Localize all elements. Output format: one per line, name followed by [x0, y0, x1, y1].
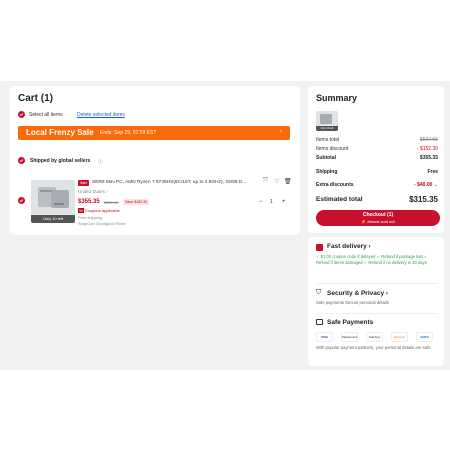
shipped-by-label: Shipped by global sellers [30, 158, 91, 164]
items-discount-row: Items discount - $152.30 [316, 146, 438, 152]
divider [316, 283, 438, 284]
sale-badge: Sale [78, 180, 90, 186]
checkmark-icon [19, 199, 24, 203]
shipping-row: Shipping Free [316, 169, 438, 175]
estimated-total-row: Estimated total $315.35 [316, 195, 438, 204]
cart-card: Cart (1) Select all items Delete selecte… [10, 86, 300, 235]
select-all-checkbox[interactable] [18, 111, 25, 118]
trash-icon[interactable]: 🗑 [284, 178, 292, 185]
fast-delivery-title[interactable]: Fast delivery › [327, 243, 371, 250]
mastercard-logo: Mastercard [341, 332, 358, 342]
stock-label: Only 10 left [31, 215, 75, 223]
save-badge: Save $152.30 [123, 199, 150, 205]
coupons-applicable: % Coupons applicable [78, 208, 120, 213]
local-frenzy-sale-banner[interactable]: Local Frenzy Sale Ends: Sep 29, 02:59 ES… [18, 126, 290, 140]
seller-group-checkbox[interactable] [18, 157, 25, 164]
delete-selected-link[interactable]: Delete selected items [77, 112, 125, 118]
promo-ends: Ends: Sep 29, 02:59 EST [100, 130, 157, 136]
item-price: $355.35 [78, 199, 100, 205]
amex-logo: AMEX [416, 332, 433, 342]
benefits-card: Fast delivery › ✓ $1.00 coupon code if d… [308, 237, 444, 366]
chevron-down-icon: ⌄ [433, 182, 438, 188]
items-total-row: Items total $507.65 [316, 137, 438, 143]
checkmark-icon [19, 113, 24, 117]
item-checkbox[interactable] [18, 197, 25, 204]
truck-icon [316, 244, 323, 251]
checkout-button[interactable]: Checkout (1) ⚡ Almost sold out [316, 210, 440, 226]
extra-discounts-row[interactable]: Extra discounts - $40.00 ⌄ [316, 182, 438, 188]
payments-title: Safe Payments [327, 319, 374, 326]
security-title[interactable]: Security & Privacy › [327, 290, 388, 297]
coupon-icon: % [78, 208, 84, 213]
summary-thumbnail[interactable]: Only 10 left [316, 111, 338, 131]
store-name[interactable]: SnapCart Goodgood Store [78, 221, 125, 226]
checkout-label: Checkout (1) [362, 212, 394, 218]
heart-icon[interactable]: ♡ [274, 178, 279, 185]
payments-text: With popular payment partners, your pers… [316, 345, 432, 350]
fast-delivery-text: ✓ $1.00 coupon code if delayed ✓ Refund … [316, 254, 428, 265]
product-title[interactable]: SER8 Mini PC, AMD Ryzen 7 8745HS(8C/16T,… [92, 180, 268, 185]
info-icon[interactable]: ⓘ [98, 158, 103, 165]
discover-logo: Discover [391, 332, 408, 342]
summary-title: Summary [316, 93, 358, 103]
mini-pc-image [38, 187, 69, 208]
checkmark-icon [19, 159, 24, 163]
checkout-sublabel: ⚡ Almost sold out [361, 219, 395, 224]
product-thumbnail[interactable]: Only 10 left [31, 180, 75, 223]
summary-stock-label: Only 10 left [316, 126, 338, 131]
select-all-label: Select all items [29, 112, 63, 118]
ship-from: United States › [78, 189, 108, 194]
free-shipping: Free shipping [78, 215, 103, 220]
security-text: Safe payments Secure personal details [316, 300, 389, 305]
compare-icon[interactable]: ⤧ [263, 178, 268, 185]
summary-card: Summary Only 10 left Items total $507.65 … [308, 86, 444, 233]
safekey-logo: SafeKey [366, 332, 383, 342]
promo-name: Local Frenzy Sale [26, 128, 94, 137]
chevron-right-icon: › [280, 129, 282, 135]
cart-title: Cart (1) [18, 93, 54, 104]
lock-icon [316, 319, 323, 325]
mini-pc-image [320, 114, 332, 124]
subtotal-row: Subtotal $355.35 [316, 155, 438, 161]
quantity-increase[interactable]: + [282, 199, 286, 205]
divider [316, 313, 438, 314]
visa-logo: VISA [316, 332, 333, 342]
quantity-value[interactable]: 1 [270, 199, 273, 205]
item-original-price: $507.65 [104, 200, 119, 205]
shield-icon: ⛉ [316, 289, 322, 296]
quantity-decrease[interactable]: − [259, 199, 263, 205]
